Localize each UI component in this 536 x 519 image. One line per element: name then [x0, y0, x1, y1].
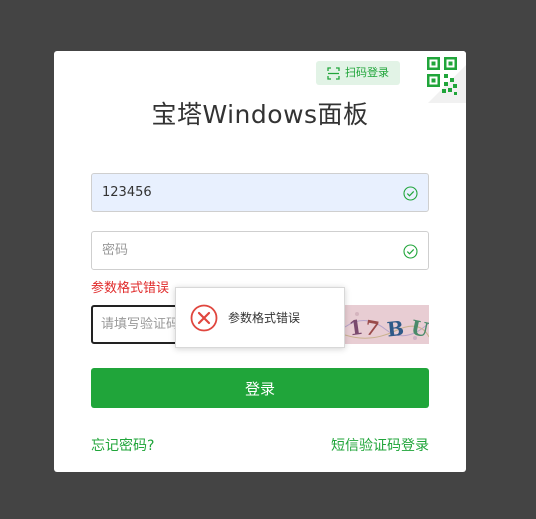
captcha-image[interactable]: 1 7 B U: [345, 305, 429, 344]
sms-login-link[interactable]: 短信验证码登录: [331, 435, 429, 455]
captcha-char: B: [386, 316, 405, 342]
login-button[interactable]: 登录: [91, 368, 429, 408]
qr-login-label: 扫码登录: [345, 66, 389, 79]
error-circle-icon: [190, 304, 218, 331]
forgot-password-link[interactable]: 忘记密码?: [91, 435, 154, 455]
form-error-message: 参数格式错误: [91, 281, 170, 296]
login-card: 扫码登录 宝塔Windows面板 123456 参数格式错误 请填写验证码 1 …: [54, 51, 466, 472]
password-field[interactable]: [91, 231, 429, 270]
scan-icon: [327, 66, 340, 80]
check-circle-icon: [403, 186, 418, 201]
username-field[interactable]: [91, 173, 429, 212]
username-input[interactable]: [92, 174, 428, 211]
password-input[interactable]: [92, 232, 428, 269]
toast-message: 参数格式错误: [228, 311, 301, 325]
error-toast: 参数格式错误: [175, 287, 345, 348]
check-circle-icon: [403, 244, 418, 259]
qr-login-tag[interactable]: 扫码登录: [316, 61, 400, 85]
panel-title: 宝塔Windows面板: [151, 100, 369, 129]
